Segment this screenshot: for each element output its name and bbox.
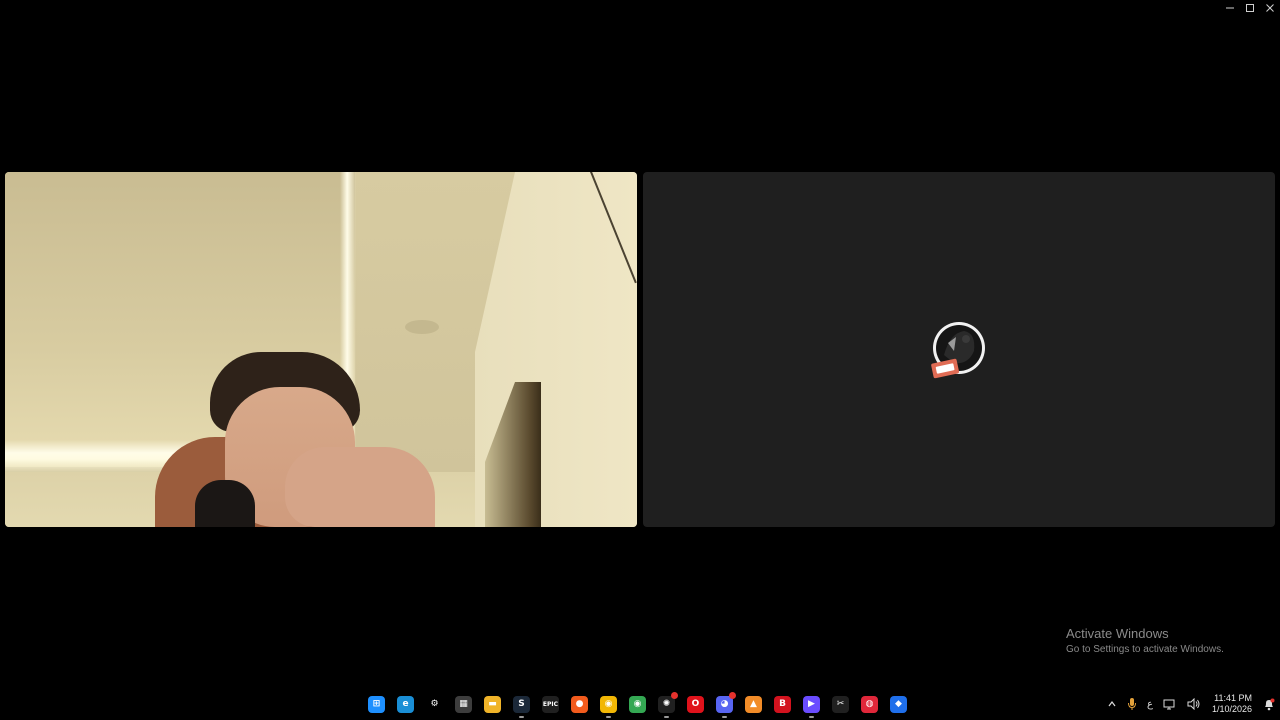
taskbar: ⊞ e ⚙ ▦ ▬ S EPIC ● ◉ ◉ ✺ O ◕ ▲ B ▶ ✂ ◍ ◆ ع 11:41 PM 1/10/2… — [0, 688, 1280, 720]
activate-windows-watermark: Activate Windows Go to Settings to activ… — [1066, 626, 1224, 657]
windows-start-icon[interactable]: ⊞ — [362, 688, 391, 720]
network-icon[interactable] — [1158, 688, 1182, 720]
red-app-icon-glyph: B — [774, 695, 791, 713]
blue-app-icon-glyph: ◆ — [890, 695, 907, 713]
chrome-icon[interactable]: ◉ — [594, 688, 623, 720]
close-icon[interactable] — [1260, 0, 1280, 16]
notification-badge — [729, 692, 736, 699]
steelseries-icon-glyph: ⚙ — [426, 695, 443, 713]
steam-icon-glyph: S — [513, 695, 530, 713]
language-indicator[interactable]: ع — [1142, 688, 1158, 720]
red-circle-app-icon[interactable]: ◍ — [855, 688, 884, 720]
chrome-alt-icon-glyph: ◉ — [629, 695, 646, 713]
discord-icon[interactable]: ◕ — [710, 688, 739, 720]
windows-start-icon-glyph: ⊞ — [368, 695, 385, 713]
running-indicator — [519, 716, 524, 718]
running-indicator — [664, 716, 669, 718]
red-circle-app-icon-glyph: ◍ — [861, 695, 878, 713]
maximize-icon[interactable] — [1240, 0, 1260, 16]
system-tray: ع 11:41 PM 1/10/2026 — [1102, 688, 1280, 720]
red-app-icon[interactable]: B — [768, 688, 797, 720]
file-explorer-icon-glyph: ▬ — [484, 695, 501, 713]
notification-badge — [671, 692, 678, 699]
running-indicator — [606, 716, 611, 718]
origin-icon-glyph: ● — [571, 695, 588, 713]
epic-games-icon[interactable]: EPIC — [536, 688, 565, 720]
microphone-icon[interactable] — [1122, 688, 1142, 720]
clock-time: 11:41 PM — [1214, 693, 1252, 703]
taskbar-apps: ⊞ e ⚙ ▦ ▬ S EPIC ● ◉ ◉ ✺ O ◕ ▲ B ▶ ✂ ◍ ◆ — [362, 688, 913, 720]
media-player-icon-glyph: ▶ — [803, 695, 820, 713]
running-indicator — [809, 716, 814, 718]
edge-icon[interactable]: e — [391, 688, 420, 720]
opera-icon[interactable]: O — [681, 688, 710, 720]
epic-games-icon-glyph: EPIC — [542, 695, 559, 713]
window-controls — [1220, 0, 1280, 16]
watermark-title: Activate Windows — [1066, 626, 1169, 641]
origin-icon[interactable]: ● — [565, 688, 594, 720]
volume-icon[interactable] — [1182, 688, 1206, 720]
microsoft-store-icon[interactable]: ▦ — [449, 688, 478, 720]
opera-icon-glyph: O — [687, 695, 704, 713]
notification-bell-icon[interactable] — [1258, 688, 1280, 720]
taskbar-clock[interactable]: 11:41 PM 1/10/2026 — [1206, 693, 1258, 715]
blue-app-icon[interactable]: ◆ — [884, 688, 913, 720]
clock-date: 1/10/2026 — [1211, 704, 1252, 714]
capcut-icon-glyph: ✂ — [832, 695, 849, 713]
desktop-screen: Activate Windows Go to Settings to activ… — [0, 0, 1280, 720]
chrome-alt-icon[interactable]: ◉ — [623, 688, 652, 720]
watermark-subtitle: Go to Settings to activate Windows. — [1066, 644, 1224, 655]
steam-icon[interactable]: S — [507, 688, 536, 720]
microsoft-store-icon-glyph: ▦ — [455, 695, 472, 713]
chrome-icon-glyph: ◉ — [600, 695, 617, 713]
participant-tile[interactable] — [643, 172, 1275, 527]
orange-app-icon[interactable]: ▲ — [739, 688, 768, 720]
running-indicator — [722, 716, 727, 718]
participant-avatar — [930, 321, 986, 379]
minimize-icon[interactable] — [1220, 0, 1240, 16]
steelseries-icon[interactable]: ⚙ — [420, 688, 449, 720]
chevron-up-icon[interactable] — [1102, 688, 1122, 720]
chatgpt-icon[interactable]: ✺ — [652, 688, 681, 720]
camera-feed-image — [5, 172, 637, 527]
capcut-icon[interactable]: ✂ — [826, 688, 855, 720]
media-player-icon[interactable]: ▶ — [797, 688, 826, 720]
edge-icon-glyph: e — [397, 695, 414, 713]
file-explorer-icon[interactable]: ▬ — [478, 688, 507, 720]
camera-feed-tile[interactable] — [5, 172, 637, 527]
orange-app-icon-glyph: ▲ — [745, 695, 762, 713]
